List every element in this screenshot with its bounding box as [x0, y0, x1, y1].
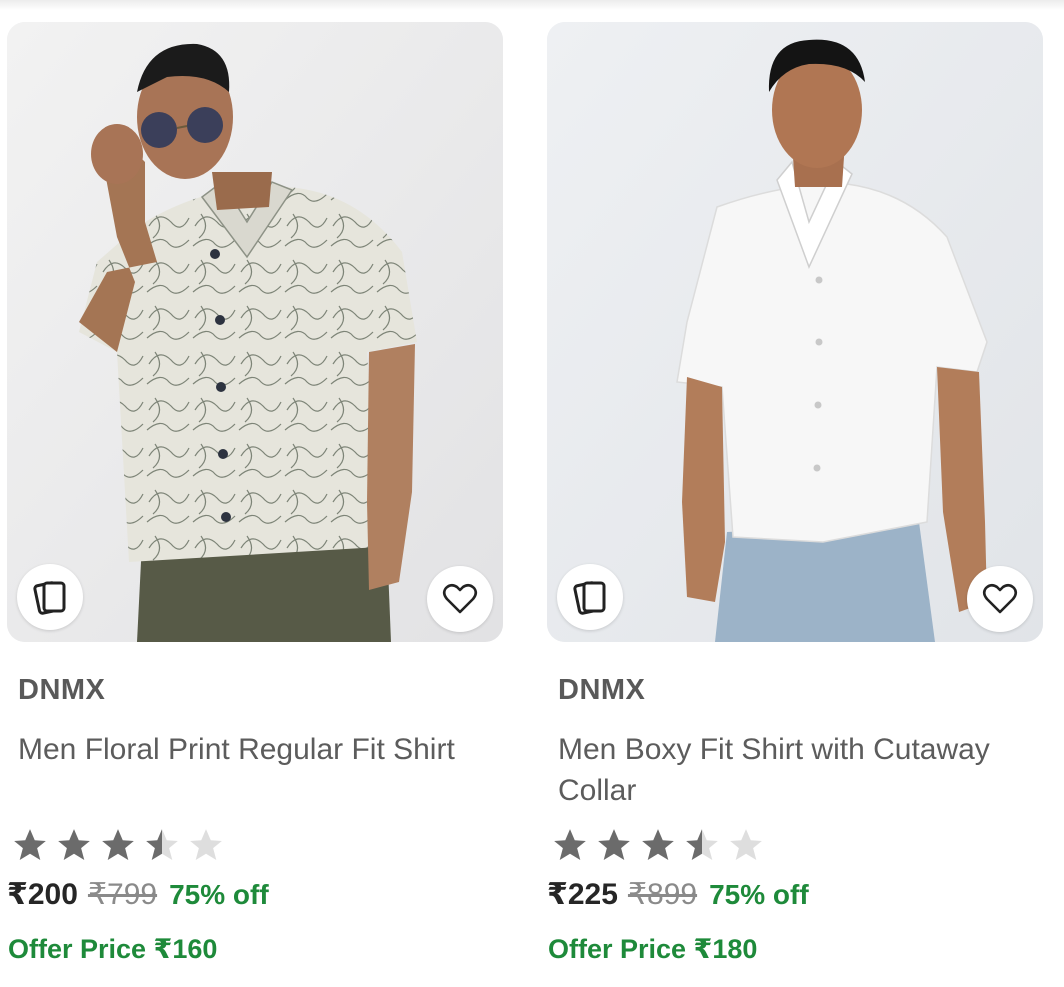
- similar-products-icon: [573, 581, 606, 615]
- star-filled-icon: [14, 829, 46, 861]
- price-row: ₹225 ₹899 75% off: [547, 877, 1043, 912]
- wishlist-button[interactable]: [967, 566, 1033, 632]
- similar-products-icon: [33, 581, 66, 615]
- star-filled-icon: [554, 829, 586, 861]
- offer-price: Offer Price ₹180: [548, 934, 758, 964]
- star-filled-icon: [58, 829, 90, 861]
- product-title[interactable]: Men Boxy Fit Shirt with Cutaway Collar: [558, 729, 1028, 811]
- selling-price: ₹200: [7, 878, 78, 911]
- product-grid: DNMX Men Floral Print Regular Fit Shirt …: [0, 0, 1064, 987]
- brand-name: DNMX: [558, 674, 646, 706]
- rating-stars: [551, 825, 1043, 865]
- similar-products-button[interactable]: [17, 564, 83, 630]
- original-price: ₹899: [627, 878, 698, 911]
- product-image[interactable]: [7, 22, 503, 642]
- discount-label: 75% off: [709, 879, 809, 910]
- discount-label: 75% off: [169, 879, 269, 910]
- product-image[interactable]: [547, 22, 1043, 642]
- heart-icon: [982, 583, 1018, 614]
- heart-icon: [442, 583, 478, 614]
- selling-price: ₹225: [547, 878, 618, 911]
- star-half-icon: [686, 829, 718, 861]
- product-card[interactable]: DNMX Men Boxy Fit Shirt with Cutaway Col…: [547, 22, 1043, 965]
- brand-name: DNMX: [18, 674, 106, 706]
- product-photo: [7, 22, 503, 642]
- star-filled-icon: [102, 829, 134, 861]
- offer-price: Offer Price ₹160: [8, 934, 218, 964]
- star-filled-icon: [598, 829, 630, 861]
- star-filled-icon: [642, 829, 674, 861]
- rating-stars: [11, 825, 503, 865]
- product-photo: [547, 22, 1043, 642]
- product-card[interactable]: DNMX Men Floral Print Regular Fit Shirt …: [7, 22, 503, 965]
- wishlist-button[interactable]: [427, 566, 493, 632]
- star-half-icon: [146, 829, 178, 861]
- star-empty-icon: [190, 829, 222, 861]
- similar-products-button[interactable]: [557, 564, 623, 630]
- price-row: ₹200 ₹799 75% off: [7, 877, 503, 912]
- original-price: ₹799: [87, 878, 158, 911]
- product-title[interactable]: Men Floral Print Regular Fit Shirt: [18, 729, 488, 811]
- star-empty-icon: [730, 829, 762, 861]
